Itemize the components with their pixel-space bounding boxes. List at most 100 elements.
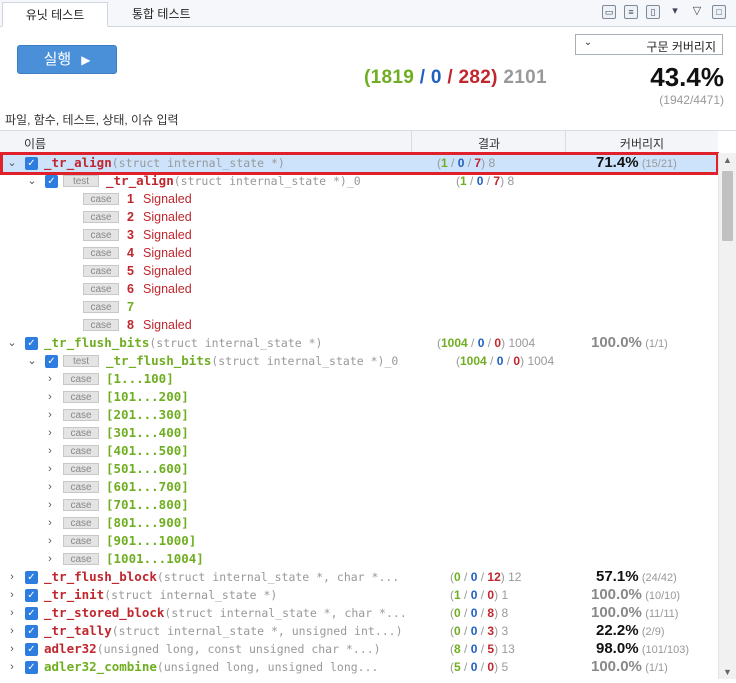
checkbox[interactable]: ✓: [45, 175, 58, 188]
function-row[interactable]: › ✓ _tr_stored_block(struct internal_state…: [0, 604, 718, 622]
chevron-right-icon[interactable]: ›: [44, 424, 56, 442]
error-count: 282: [458, 67, 492, 88]
case-row[interactable]: › case [501...600]: [0, 460, 718, 478]
chevron-right-icon[interactable]: ›: [44, 496, 56, 514]
chevron-right-icon[interactable]: ›: [6, 604, 18, 622]
case-badge: case: [83, 193, 119, 205]
case-row[interactable]: case 4 Signaled: [0, 244, 718, 262]
chevron-right-icon[interactable]: ›: [6, 568, 18, 586]
checkbox[interactable]: ✓: [25, 337, 38, 350]
case-row[interactable]: case 3 Signaled: [0, 226, 718, 244]
case-badge: case: [63, 445, 99, 457]
chevron-right-icon[interactable]: ›: [6, 586, 18, 604]
window-icon[interactable]: ▭: [602, 5, 616, 19]
case-row[interactable]: › case [1001...1004]: [0, 550, 718, 568]
chevron-right-icon[interactable]: ›: [44, 370, 56, 388]
chevron-right-icon[interactable]: ›: [44, 388, 56, 406]
chevron-right-icon[interactable]: ›: [44, 550, 56, 568]
function-name-text: adler32: [44, 641, 97, 656]
case-badge: case: [63, 553, 99, 565]
coverage-cell: 98.0% (101/103): [596, 640, 736, 659]
case-row[interactable]: case 8 Signaled: [0, 316, 718, 334]
checkbox[interactable]: ✓: [45, 355, 58, 368]
chevron-right-icon[interactable]: ›: [44, 460, 56, 478]
chevron-down-icon[interactable]: ⌄: [26, 352, 38, 370]
filter-icon[interactable]: ≡: [624, 5, 638, 19]
function-row[interactable]: ⌄ ✓ _tr_flush_bits(struct internal_state *…: [0, 334, 718, 352]
case-row[interactable]: › case [901...1000]: [0, 532, 718, 550]
scrollbar-thumb[interactable]: [722, 171, 733, 241]
case-row[interactable]: › case [601...700]: [0, 478, 718, 496]
case-status: Signaled: [143, 210, 192, 224]
run-button-label: 실행: [43, 51, 72, 68]
dropdown-icon[interactable]: ▾: [668, 5, 682, 19]
case-badge: case: [63, 535, 99, 547]
column-result[interactable]: 결과: [412, 135, 566, 152]
function-row[interactable]: › ✓ adler32(unsigned long, const unsigned …: [0, 640, 718, 658]
result-counts: (1004 / 0 / 0) 1004: [437, 336, 536, 350]
function-row[interactable]: › ✓ _tr_tally(struct internal_state *, uns…: [0, 622, 718, 640]
case-row[interactable]: › case [701...800]: [0, 496, 718, 514]
case-badge: case: [63, 409, 99, 421]
case-row[interactable]: › case [301...400]: [0, 424, 718, 442]
scroll-up-icon[interactable]: ▲: [723, 155, 732, 165]
maximize-icon[interactable]: □: [712, 5, 726, 19]
function-name: _tr_tally(struct internal_state *, unsig…: [44, 622, 403, 640]
coverage-cell: 22.2% (2/9): [596, 622, 736, 641]
coverage-percent: 100.0%: [591, 334, 642, 351]
case-badge: case: [63, 391, 99, 403]
vertical-scrollbar[interactable]: ▲ ▼: [718, 153, 736, 679]
tab-integration-test[interactable]: 통합 테스트: [118, 2, 205, 27]
coverage-percent: 22.2%: [596, 622, 639, 639]
case-row[interactable]: › case [401...500]: [0, 442, 718, 460]
run-button[interactable]: 실행 ▶: [17, 45, 117, 74]
function-row[interactable]: › ✓ _tr_flush_block(struct internal_state …: [0, 568, 718, 586]
chevron-right-icon[interactable]: ›: [44, 442, 56, 460]
function-name: _tr_flush_bits(struct internal_state *)_…: [106, 352, 398, 370]
case-row[interactable]: › case [201...300]: [0, 406, 718, 424]
checkbox[interactable]: ✓: [25, 625, 38, 638]
chevron-right-icon[interactable]: ›: [44, 406, 56, 424]
case-row[interactable]: › case [101...200]: [0, 388, 718, 406]
chevron-right-icon[interactable]: ›: [44, 514, 56, 532]
function-row[interactable]: › ✓ _tr_init(struct internal_state *) (1 / …: [0, 586, 718, 604]
chevron-right-icon[interactable]: ›: [44, 532, 56, 550]
coverage-cell: 100.0% (1/1): [591, 334, 731, 353]
test-row[interactable]: ⌄ ✓ test _tr_flush_bits(struct internal_sta…: [0, 352, 718, 370]
case-row[interactable]: case 6 Signaled: [0, 280, 718, 298]
case-badge: case: [83, 211, 119, 223]
case-row[interactable]: › case [1...100]: [0, 370, 718, 388]
tab-unit-test[interactable]: 유닛 테스트: [2, 2, 108, 27]
case-range: [1001...1004]: [106, 551, 204, 566]
checkbox[interactable]: ✓: [25, 643, 38, 656]
checkbox[interactable]: ✓: [25, 571, 38, 584]
chevron-down-icon[interactable]: ⌄: [6, 334, 18, 352]
case-row[interactable]: case 5 Signaled: [0, 262, 718, 280]
case-range: [1...100]: [106, 371, 174, 386]
minimize-icon[interactable]: ▽: [690, 5, 704, 19]
result-counts: (0 / 0 / 8) 8: [450, 606, 509, 620]
case-row[interactable]: case 7: [0, 298, 718, 316]
chevron-right-icon[interactable]: ›: [6, 640, 18, 658]
case-number: 3: [127, 228, 134, 242]
scroll-down-icon[interactable]: ▼: [723, 667, 732, 677]
chevron-right-icon[interactable]: ›: [44, 478, 56, 496]
column-name[interactable]: 이름: [24, 135, 46, 152]
checkbox[interactable]: ✓: [25, 589, 38, 602]
filter-input[interactable]: 파일, 함수, 테스트, 상태, 이슈 입력: [0, 111, 736, 131]
chevron-right-icon[interactable]: ›: [6, 658, 18, 676]
export-icon[interactable]: ▯: [646, 5, 660, 19]
checkbox[interactable]: ✓: [25, 607, 38, 620]
case-badge: case: [83, 301, 119, 313]
coverage-type-select[interactable]: ⌄ 구문 커버리지: [575, 34, 723, 55]
function-row[interactable]: › ✓ adler32_combine(unsigned long, unsigne…: [0, 658, 718, 676]
checkbox[interactable]: ✓: [25, 661, 38, 674]
function-name-text: _tr_align: [106, 173, 174, 188]
function-name: adler32(unsigned long, const unsigned ch…: [44, 640, 381, 658]
chevron-right-icon[interactable]: ›: [6, 622, 18, 640]
case-row[interactable]: case 2 Signaled: [0, 208, 718, 226]
column-coverage[interactable]: 커버리지: [566, 135, 718, 152]
function-name-text: _tr_flush_bits: [44, 335, 150, 350]
case-row[interactable]: › case [801...900]: [0, 514, 718, 532]
case-row[interactable]: case 1 Signaled: [0, 190, 718, 208]
